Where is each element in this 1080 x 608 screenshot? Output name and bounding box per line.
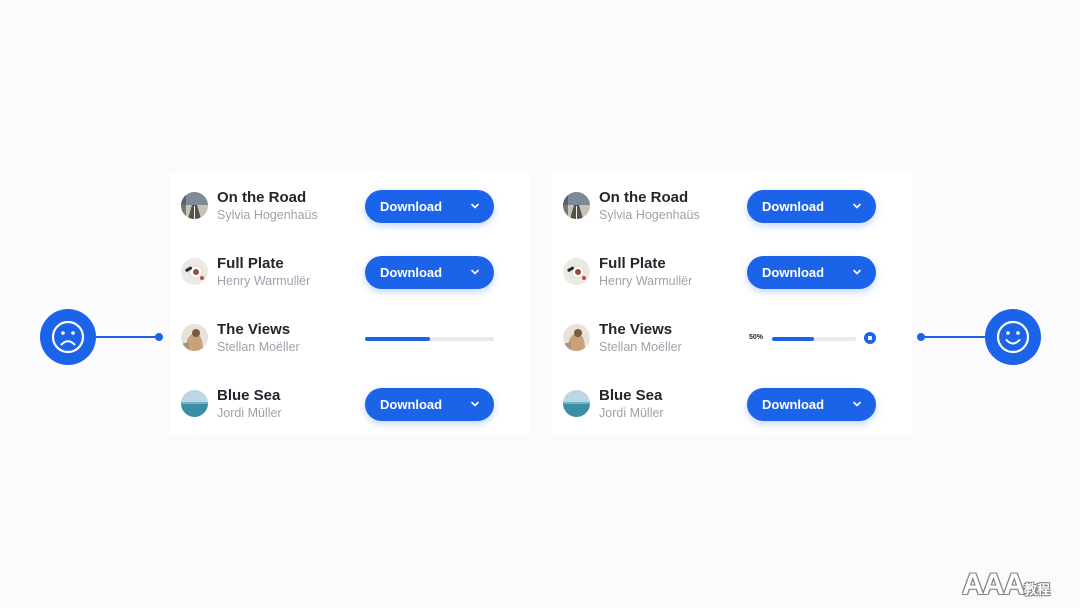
cancel-download-icon[interactable] [864,332,876,344]
download-button[interactable]: Download [747,190,876,223]
item-title: Full Plate [599,255,666,272]
watermark-text: AAA [961,568,1025,601]
item-title: The Views [217,321,291,338]
item-title: On the Road [599,189,689,206]
plate-thumbnail [181,258,208,285]
chevron-down-icon[interactable] [469,266,481,278]
watermark-logo: AAA教程 [962,568,1050,602]
item-title: Full Plate [217,255,284,272]
download-progress-fill [772,337,814,341]
sea-thumbnail [181,390,208,417]
left-connector-line [96,336,158,338]
item-artist: Henry Warmullër [217,274,311,288]
item-title: On the Road [217,189,307,206]
list-item: The Views Stellan Moëller 50% [552,306,912,368]
download-button[interactable]: Download [365,256,494,289]
download-button[interactable]: Download [365,190,494,223]
item-artist: Stellan Moëller [217,340,300,354]
download-progress-fill [365,337,430,341]
item-artist: Stellan Moëller [599,340,682,354]
right-connector-line [922,336,986,338]
plate-thumbnail [563,258,590,285]
list-item: On the Road Sylvia Hogenhaüs Download [552,174,912,236]
item-artist: Sylvia Hogenhaüs [599,208,700,222]
item-title: The Views [599,321,673,338]
chevron-down-icon[interactable] [851,266,863,278]
download-button-label: Download [380,397,443,412]
list-item: Blue Sea Jordi Müller Download [552,372,912,434]
road-thumbnail [181,192,208,219]
item-artist: Jordi Müller [217,406,282,420]
views-thumbnail [563,324,590,351]
item-title: Blue Sea [599,387,663,404]
download-button-label: Download [380,199,443,214]
download-button-label: Download [762,199,825,214]
list-item: On the Road Sylvia Hogenhaüs Download [170,174,530,236]
happy-face-icon [985,309,1041,365]
watermark-suffix: 教程 [1023,582,1050,597]
download-progress-bar [772,337,856,341]
download-button[interactable]: Download [747,256,876,289]
views-thumbnail [181,324,208,351]
chevron-down-icon[interactable] [469,200,481,212]
download-button-label: Download [762,265,825,280]
list-item: The Views Stellan Moëller [170,306,530,368]
list-item: Full Plate Henry Warmullër Download [552,240,912,302]
download-button-label: Download [380,265,443,280]
left-connector-dot [155,333,163,341]
sea-thumbnail [563,390,590,417]
chevron-down-icon[interactable] [851,398,863,410]
chevron-down-icon[interactable] [469,398,481,410]
chevron-down-icon[interactable] [851,200,863,212]
item-title: Blue Sea [217,387,281,404]
download-progress-bar [365,337,494,341]
download-button-label: Download [762,397,825,412]
item-artist: Jordi Müller [599,406,664,420]
list-item: Full Plate Henry Warmullër Download [170,240,530,302]
sad-face-icon [40,309,96,365]
download-button[interactable]: Download [365,388,494,421]
list-item: Blue Sea Jordi Müller Download [170,372,530,434]
road-thumbnail [563,192,590,219]
item-artist: Sylvia Hogenhaüs [217,208,318,222]
progress-percent: 50% [749,334,764,341]
left-download-list: On the Road Sylvia Hogenhaüs Download Fu… [170,172,530,434]
item-artist: Henry Warmullër [599,274,693,288]
right-download-list: On the Road Sylvia Hogenhaüs Download Fu… [552,172,912,434]
download-button[interactable]: Download [747,388,876,421]
